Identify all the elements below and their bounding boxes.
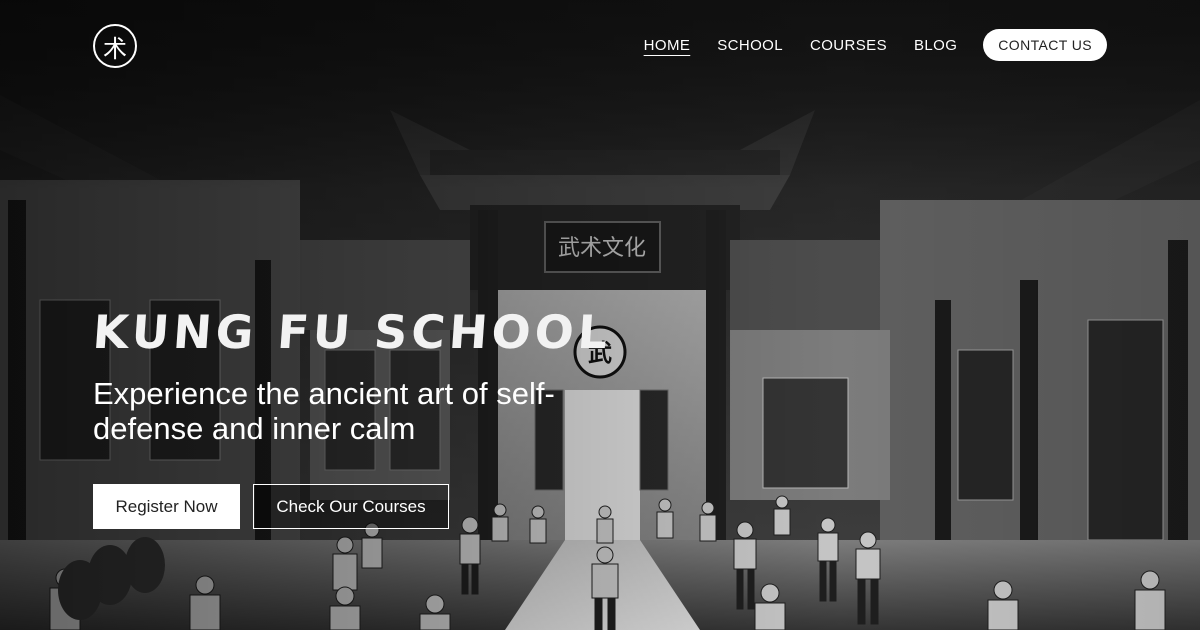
check-courses-button[interactable]: Check Our Courses xyxy=(253,484,449,529)
contact-us-button[interactable]: CONTACT US xyxy=(983,29,1107,61)
gate-sign-text: 武术文化 xyxy=(558,236,646,261)
main-navigation: HOME SCHOOL COURSES BLOG CONTACT US xyxy=(617,29,1107,61)
logo-glyph: 术 xyxy=(103,34,127,63)
kung-fu-logo-icon[interactable]: 术 xyxy=(93,24,137,68)
nav-home-link[interactable]: HOME xyxy=(644,37,691,54)
hero-subtitle: Experience the ancient art of self-defen… xyxy=(93,376,555,446)
nav-school-link[interactable]: SCHOOL xyxy=(717,37,783,54)
nav-courses-link[interactable]: COURSES xyxy=(810,37,887,54)
hero-title: KUNG FU SCHOOL xyxy=(91,305,614,359)
nav-blog-link[interactable]: BLOG xyxy=(914,37,957,54)
register-now-button[interactable]: Register Now xyxy=(93,484,240,529)
